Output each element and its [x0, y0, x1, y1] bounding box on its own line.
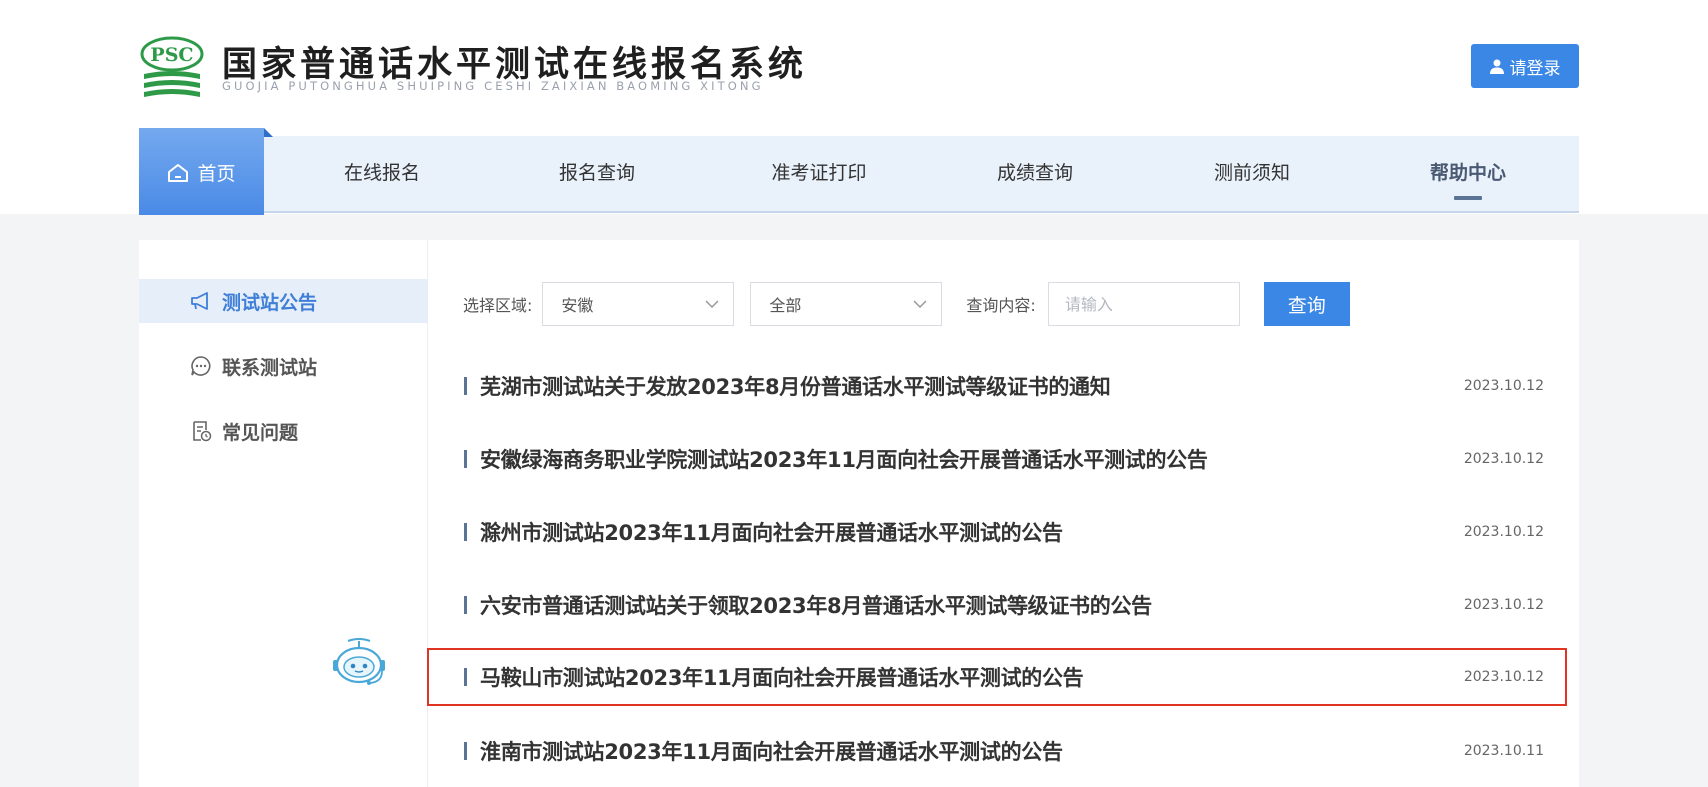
main-nav: 首页 在线报名 报名查询 准考证打印 成绩查询 测前须知 帮助中心	[139, 128, 1579, 215]
psc-logo: PSC	[140, 36, 204, 97]
query-content-label: 查询内容:	[966, 296, 1036, 315]
bullet-bar	[464, 377, 467, 395]
bullet-bar	[464, 742, 467, 760]
bullet-bar	[464, 523, 467, 541]
megaphone-icon	[191, 292, 208, 310]
notice-item[interactable]: 淮南市测试站2023年11月面向社会开展普通话水平测试的公告 2023.10.1…	[427, 723, 1567, 779]
notice-item-highlighted[interactable]: 马鞍山市测试站2023年11月面向社会开展普通话水平测试的公告 2023.10.…	[427, 648, 1567, 706]
nav-pretest-notes[interactable]: 测前须知	[1192, 136, 1312, 211]
document-clock-icon	[193, 421, 212, 442]
sidebar-item-label: 联系测试站	[222, 356, 318, 379]
sidebar: 测试站公告 联系测试站 常见问题	[139, 240, 428, 787]
notice-item[interactable]: 安徽绿海商务职业学院测试站2023年11月面向社会开展普通话水平测试的公告 20…	[427, 431, 1567, 487]
nav-help-center[interactable]: 帮助中心	[1408, 136, 1528, 211]
notice-title[interactable]: 安徽绿海商务职业学院测试站2023年11月面向社会开展普通话水平测试的公告	[480, 444, 1208, 474]
nav-label: 准考证打印	[771, 162, 867, 184]
nav-home-label: 首页	[197, 163, 236, 185]
header: PSC 国家普通话水平测试在线报名系统 GUOJIA PUTONGHUA SHU…	[0, 0, 1708, 127]
login-button[interactable]: 请登录	[1471, 44, 1579, 88]
notice-item[interactable]: 滁州市测试站2023年11月面向社会开展普通话水平测试的公告 2023.10.1…	[427, 504, 1567, 560]
chevron-down-icon	[705, 300, 719, 309]
home-icon	[168, 163, 189, 182]
notice-item[interactable]: 六安市普通话测试站关于领取2023年8月普通话水平测试等级证书的公告 2023.…	[427, 577, 1567, 633]
scope-value: 全部	[769, 296, 802, 315]
svg-text:PSC: PSC	[150, 44, 193, 66]
query-input[interactable]	[1047, 282, 1240, 326]
notice-date: 2023.10.12	[1463, 451, 1544, 467]
login-label: 请登录	[1509, 58, 1561, 79]
query-button[interactable]: 查询	[1263, 282, 1350, 326]
robot-assistant-icon[interactable]	[328, 638, 390, 688]
active-underline	[1454, 196, 1482, 200]
bullet-bar	[464, 450, 467, 468]
notice-title[interactable]: 淮南市测试站2023年11月面向社会开展普通话水平测试的公告	[480, 736, 1063, 766]
sidebar-item-faq[interactable]: 常见问题	[139, 409, 428, 453]
filter-bar: 选择区域: 安徽 全部 查询内容: 查询	[463, 282, 1350, 326]
nav-label: 帮助中心	[1429, 162, 1506, 184]
site-subtitle: GUOJIA PUTONGHUA SHUIPING CESHI ZAIXIAN …	[222, 79, 764, 93]
nav-home-tab[interactable]: 首页	[139, 128, 273, 215]
sidebar-item-label: 测试站公告	[222, 291, 318, 314]
nav-score-query[interactable]: 成绩查询	[975, 136, 1095, 211]
bullet-bar	[464, 596, 467, 614]
notice-title[interactable]: 马鞍山市测试站2023年11月面向社会开展普通话水平测试的公告	[480, 662, 1084, 692]
nav-label: 测前须知	[1213, 162, 1290, 184]
notice-title[interactable]: 滁州市测试站2023年11月面向社会开展普通话水平测试的公告	[480, 517, 1063, 547]
sidebar-item-label: 常见问题	[222, 421, 299, 444]
scope-select[interactable]: 全部	[750, 282, 943, 326]
nav-label: 在线报名	[343, 162, 420, 184]
province-select[interactable]: 安徽	[542, 282, 735, 326]
notice-date: 2023.10.12	[1463, 597, 1544, 613]
nav-admission-ticket-print[interactable]: 准考证打印	[749, 136, 889, 211]
region-label: 选择区域:	[463, 296, 533, 315]
province-value: 安徽	[561, 296, 594, 315]
notice-date: 2023.10.12	[1463, 524, 1544, 540]
bullet-bar	[464, 668, 467, 686]
notice-date: 2023.10.11	[1463, 743, 1544, 759]
sidebar-item-station-notices[interactable]: 测试站公告	[139, 279, 428, 323]
nav-registration-query[interactable]: 报名查询	[537, 136, 657, 211]
nav-label: 报名查询	[558, 162, 635, 184]
chevron-down-icon	[913, 300, 927, 309]
sidebar-item-contact-station[interactable]: 联系测试站	[139, 344, 428, 388]
notice-title[interactable]: 芜湖市测试站关于发放2023年8月份普通话水平测试等级证书的通知	[480, 371, 1111, 401]
notice-item[interactable]: 芜湖市测试站关于发放2023年8月份普通话水平测试等级证书的通知 2023.10…	[427, 358, 1567, 414]
user-icon	[1489, 59, 1504, 74]
nav-label: 成绩查询	[996, 162, 1073, 184]
notice-date: 2023.10.12	[1463, 378, 1544, 394]
nav-online-registration[interactable]: 在线报名	[322, 136, 442, 211]
chat-bubble-icon	[191, 356, 211, 376]
notice-date: 2023.10.12	[1463, 669, 1544, 685]
notice-title[interactable]: 六安市普通话测试站关于领取2023年8月普通话水平测试等级证书的公告	[480, 590, 1152, 620]
